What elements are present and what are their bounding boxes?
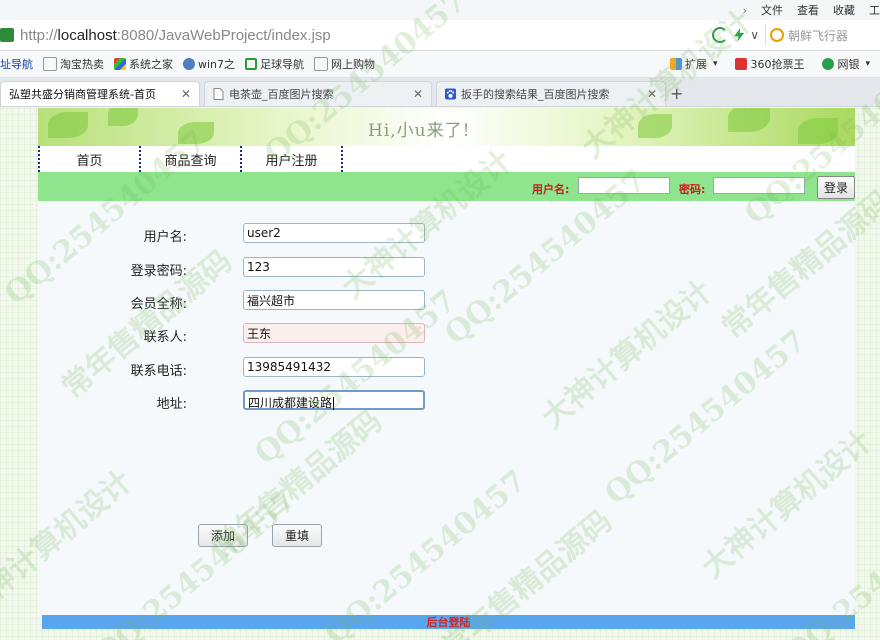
leaf-decoration <box>728 108 770 132</box>
page-icon <box>43 57 57 71</box>
close-icon[interactable]: ✕ <box>181 87 191 101</box>
tab-wrench-search[interactable]: 扳手的搜索结果_百度图片搜索 ✕ <box>436 81 666 106</box>
search-box[interactable]: 朝鲜飞行器 <box>765 24 880 46</box>
ticket-icon <box>735 58 748 70</box>
close-icon[interactable]: ✕ <box>413 87 423 101</box>
chevron-down-icon[interactable]: ∨ <box>750 28 759 42</box>
site-icon <box>0 28 14 42</box>
speed-mode-icon[interactable] <box>734 28 745 42</box>
menu-tools[interactable]: 工 <box>869 2 880 18</box>
menu-view[interactable]: 查看 <box>797 2 819 18</box>
search-engine-icon <box>770 28 784 42</box>
tab-strip: 弘塑共盛分销商管理系统-首页 ✕ 电茶壶_百度图片搜索 ✕ 扳手的搜索结果_百度… <box>0 78 880 107</box>
username-input[interactable] <box>243 223 425 243</box>
nav-divider <box>341 146 343 172</box>
login-button[interactable]: 登录 <box>817 176 855 199</box>
ticket-tool-button[interactable]: 360抢票王 <box>735 56 804 72</box>
form-row-address: 地址: 四川成都建设路 <box>38 390 855 414</box>
field-label: 会员全称: <box>130 297 187 312</box>
phone-input[interactable] <box>243 357 425 377</box>
nav-user-register[interactable]: 用户注册 <box>240 146 341 172</box>
chevron-down-icon: ▾ <box>865 59 870 69</box>
login-password-label: 密码: <box>679 183 706 196</box>
menu-favorites[interactable]: 收藏 <box>833 2 855 18</box>
close-icon[interactable]: ✕ <box>647 87 657 101</box>
new-tab-button[interactable]: + <box>670 84 683 103</box>
football-icon <box>245 58 258 70</box>
nav-product-search[interactable]: 商品查询 <box>139 146 240 172</box>
admin-login-link[interactable]: 后台登陆 <box>427 614 471 630</box>
reload-icon[interactable] <box>712 27 729 43</box>
tab-home[interactable]: 弘塑共盛分销商管理系统-首页 ✕ <box>0 81 200 106</box>
form-row-phone: 联系电话: <box>38 357 855 381</box>
form-row-password: 登录密码: <box>38 257 855 281</box>
address-input[interactable]: 四川成都建设路 <box>243 390 425 410</box>
field-label: 联系人: <box>143 330 187 345</box>
tab-kettle-search[interactable]: 电茶壶_百度图片搜索 ✕ <box>204 81 432 106</box>
menu-file[interactable]: 文件 <box>761 2 783 18</box>
form-row-username: 用户名: <box>38 223 855 247</box>
header-banner: Hi,小u来了! <box>38 108 855 146</box>
page-icon <box>314 57 329 71</box>
windows-logo-icon <box>114 58 126 70</box>
page-icon <box>213 88 224 100</box>
reset-button[interactable]: 重填 <box>272 524 322 547</box>
leaf-decoration <box>48 112 88 138</box>
bookmarks-bar: 址导航 淘宝热卖 系统之家 win7之 足球导航 网上购物 扩展 ▾ 360抢票王… <box>0 51 880 78</box>
form-row-member-name: 会员全称: <box>38 290 855 314</box>
field-label: 地址: <box>156 397 187 412</box>
contact-person-input[interactable] <box>243 323 425 343</box>
chevron-down-icon: ▾ <box>712 59 718 69</box>
bookmark-item[interactable]: 网上购物 <box>314 56 375 72</box>
url-field[interactable]: http://localhost:8080/JavaWebProject/ind… <box>20 27 331 44</box>
login-password-input[interactable] <box>713 177 805 194</box>
main-nav: 首页 商品查询 用户注册 <box>38 146 855 172</box>
password-input[interactable] <box>243 257 425 277</box>
field-label: 用户名: <box>143 230 187 245</box>
extensions-button[interactable]: 扩展 ▾ <box>669 56 718 72</box>
register-form: 用户名: 登录密码: 会员全称: 联系人: 联系电话: 地址: 四川成都建设路 … <box>38 201 855 615</box>
field-label: 登录密码: <box>130 264 187 279</box>
online-bank-button[interactable]: 网银 ▾ <box>822 56 870 72</box>
field-label: 联系电话: <box>130 364 187 379</box>
address-bar: http://localhost:8080/JavaWebProject/ind… <box>0 20 880 51</box>
leaf-decoration <box>798 118 838 144</box>
bookmark-item[interactable]: win7之 <box>183 56 235 72</box>
member-name-input[interactable] <box>243 290 425 310</box>
bookmark-item[interactable]: 淘宝热卖 <box>43 56 104 72</box>
login-bar: 用户名: 密码: 登录 <box>38 172 855 201</box>
browser-menubar: › 文件 查看 收藏 工 <box>0 0 880 20</box>
web-page: Hi,小u来了! 首页 商品查询 用户注册 用户名: 密码: 登录 用户名: 登… <box>38 108 855 640</box>
footer-bar: 后台登陆 <box>42 615 855 629</box>
leaf-decoration <box>178 122 214 144</box>
leaf-decoration <box>108 108 138 126</box>
login-username-input[interactable] <box>578 177 670 194</box>
bookmark-item[interactable]: 足球导航 <box>245 56 304 72</box>
leaf-decoration <box>638 114 672 138</box>
add-button[interactable]: 添加 <box>198 524 248 547</box>
nav-home[interactable]: 首页 <box>38 146 139 172</box>
bookmark-item[interactable]: 系统之家 <box>114 56 173 72</box>
money-icon <box>822 58 835 70</box>
banner-greeting: Hi,小u来了! <box>368 121 471 141</box>
bookmark-item[interactable]: 址导航 <box>0 56 33 72</box>
baidu-paw-icon <box>445 88 456 100</box>
form-row-contact: 联系人: <box>38 323 855 347</box>
login-username-label: 用户名: <box>532 183 570 196</box>
puzzle-icon <box>669 58 682 70</box>
cloud-icon <box>183 58 195 70</box>
text-caret <box>333 397 335 410</box>
chevron-right-icon[interactable]: › <box>743 4 747 17</box>
